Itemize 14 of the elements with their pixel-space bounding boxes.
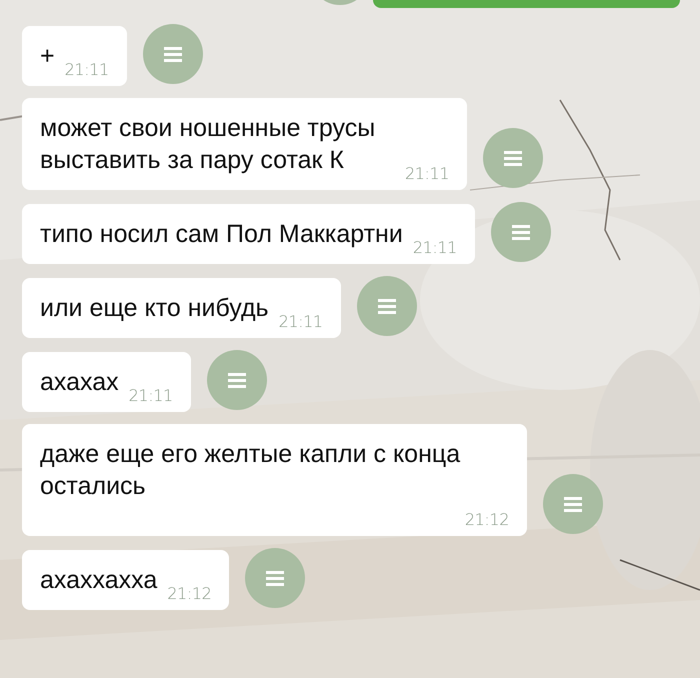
message-text: ахахах (40, 367, 119, 398)
message-time: 21:12 (464, 510, 509, 530)
message-time: 21:11 (278, 312, 323, 332)
message-text: типо носил сам Пол Маккартни (40, 219, 403, 250)
message-time: 21:11 (64, 60, 109, 80)
message-time: 21:11 (128, 386, 173, 406)
message-text: ахаххахха (40, 565, 158, 596)
message-time: 21:11 (412, 238, 457, 258)
message-time: 21:12 (167, 584, 212, 604)
message-text: или еще кто нибудь (40, 293, 269, 324)
message-time: 21:11 (405, 164, 450, 184)
message-text: даже еще его желтые капли с конца остались (40, 439, 462, 502)
message-text: может свои ношенные трусы выставить за пару сотак К (40, 113, 376, 176)
message-text: + (40, 41, 55, 72)
